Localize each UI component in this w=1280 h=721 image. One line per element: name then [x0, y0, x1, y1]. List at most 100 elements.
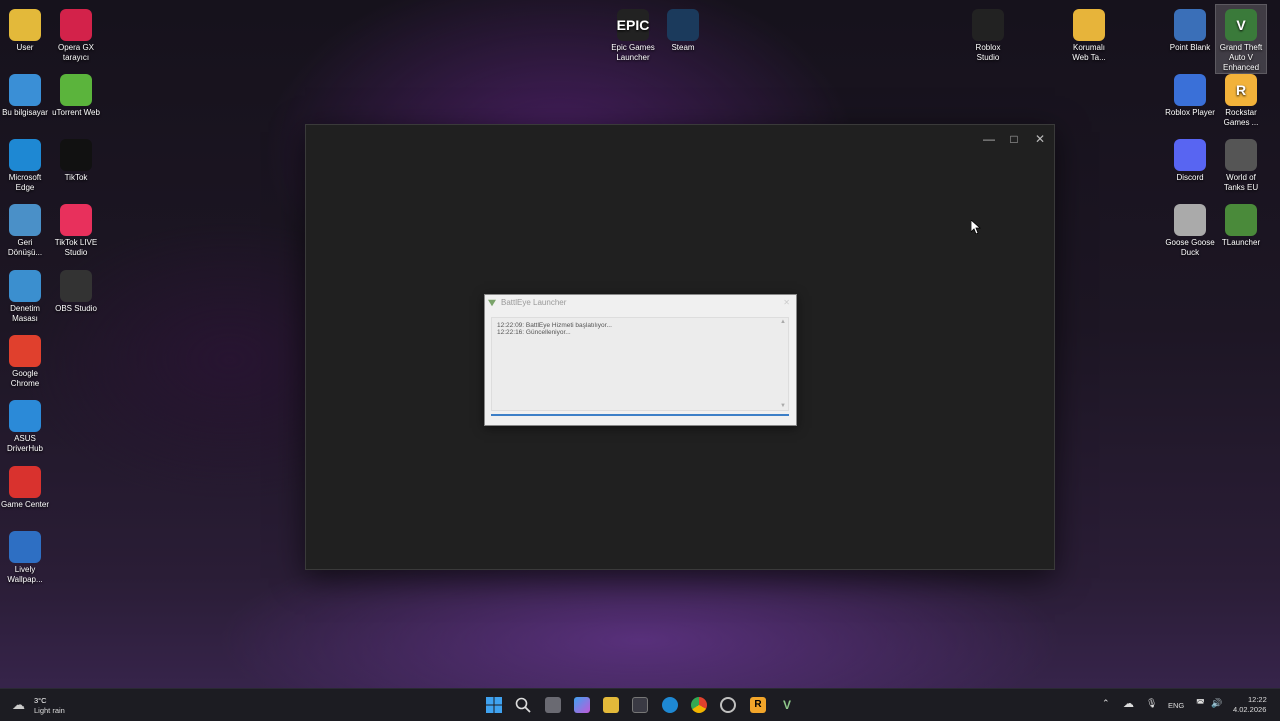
cloud-rain-icon: ☁: [12, 697, 25, 712]
volume-icon[interactable]: 🔊: [1211, 698, 1222, 709]
progress-bar: [491, 414, 789, 416]
log-line: 12:22:09: BattlEye Hizmeti başlatılıyor.…: [497, 322, 612, 329]
app-icon: [9, 400, 41, 432]
desktop-icon-label: Google Chrome: [10, 369, 40, 388]
close-icon[interactable]: ✕: [783, 295, 790, 311]
app-icon: [60, 74, 92, 106]
mouse-cursor-icon: [971, 220, 981, 234]
desktop-icon[interactable]: Point Blank: [1165, 5, 1215, 53]
start-button[interactable]: [486, 697, 502, 713]
wifi-icon[interactable]: ◚: [1196, 698, 1205, 709]
weather-temp: 3°C: [34, 696, 47, 705]
weather-widget[interactable]: ☁ 3°C Light rain: [10, 693, 80, 717]
language-indicator[interactable]: ENG: [1168, 701, 1184, 710]
desktop-icon-label: Epic Games Launcher: [611, 43, 655, 62]
search-icon[interactable]: [515, 697, 531, 713]
tray-overflow-icon[interactable]: ⌃: [1102, 698, 1110, 709]
desktop-icon-label: Roblox Studio: [975, 43, 1001, 62]
microphone-icon[interactable]: 🎙: [1146, 698, 1157, 709]
onedrive-icon[interactable]: ☁: [1123, 697, 1134, 710]
gta-v-icon[interactable]: V: [779, 697, 795, 713]
rockstar-launcher-icon[interactable]: R: [750, 697, 766, 713]
desktop-icon-label: Korumalı Web Ta...: [1072, 43, 1106, 62]
app-icon: [667, 9, 699, 41]
edge-icon[interactable]: [662, 697, 678, 713]
desktop-icon[interactable]: EPIC Epic Games Launcher: [608, 5, 658, 63]
maximize-icon[interactable]: □: [1001, 131, 1027, 147]
desktop-icon[interactable]: TLauncher: [1216, 200, 1266, 248]
desktop-icon[interactable]: Lively Wallpap...: [0, 527, 50, 585]
desktop-icon-label: Discord: [1176, 173, 1204, 182]
app-icon: [9, 270, 41, 302]
desktop-icon[interactable]: Goose Goose Duck: [1165, 200, 1215, 258]
desktop-icon[interactable]: Roblox Studio: [963, 5, 1013, 63]
app-icon: [1174, 9, 1206, 41]
app-icon: [9, 204, 41, 236]
desktop-icon[interactable]: Roblox Player: [1165, 70, 1215, 118]
desktop-icon[interactable]: Geri Dönüşü...: [0, 200, 50, 258]
desktop-icon[interactable]: Korumalı Web Ta...: [1064, 5, 1114, 63]
desktop-icon[interactable]: Google Chrome: [0, 331, 50, 389]
store-icon[interactable]: [632, 697, 648, 713]
file-explorer-icon[interactable]: [603, 697, 619, 713]
scroll-up-icon[interactable]: ▲: [780, 319, 786, 325]
battleye-logo-icon: [488, 299, 496, 307]
desktop-icon[interactable]: TikTok LIVE Studio: [51, 200, 101, 258]
desktop-icon-label: Point Blank: [1169, 43, 1211, 52]
desktop-icon-label: Lively Wallpap...: [7, 565, 43, 584]
desktop-icon[interactable]: TikTok: [51, 135, 101, 183]
desktop-icon[interactable]: OBS Studio: [51, 266, 101, 314]
chrome-icon[interactable]: [691, 697, 707, 713]
desktop-icon[interactable]: Game Center: [0, 462, 50, 510]
clock-date[interactable]: 4.02.2026: [1233, 705, 1266, 714]
battleye-title-bar: BattlEye Launcher ✕: [485, 295, 796, 311]
app-icon: [9, 139, 41, 171]
app-icon: [1174, 139, 1206, 171]
opera-icon[interactable]: [720, 697, 736, 713]
desktop-icon[interactable]: World of Tanks EU: [1216, 135, 1266, 193]
desktop-icon[interactable]: Opera GX tarayıcı: [51, 5, 101, 63]
desktop-icon[interactable]: V Grand Theft Auto V Enhanced: [1215, 4, 1267, 74]
desktop-icon[interactable]: Discord: [1165, 135, 1215, 183]
desktop-icon[interactable]: ASUS DriverHub: [0, 396, 50, 454]
clock-time[interactable]: 12:22: [1248, 695, 1267, 704]
desktop-icon-label: OBS Studio: [55, 304, 97, 313]
desktop-icon-label: Microsoft Edge: [8, 173, 42, 192]
desktop-icon-label: Rockstar Games ...: [1223, 108, 1259, 127]
app-icon: [1174, 204, 1206, 236]
desktop-icon-label: uTorrent Web: [52, 108, 100, 117]
desktop-icon-label: Bu bilgisayar: [2, 108, 48, 117]
app-icon: [9, 74, 41, 106]
app-icon: [9, 531, 41, 563]
desktop-icon-label: Roblox Player: [1165, 108, 1215, 117]
desktop-icon[interactable]: User: [0, 5, 50, 53]
desktop-icon-label: Opera GX tarayıcı: [57, 43, 94, 62]
desktop-icon[interactable]: R Rockstar Games ...: [1216, 70, 1266, 128]
desktop-icon[interactable]: Microsoft Edge: [0, 135, 50, 193]
scroll-down-icon[interactable]: ▼: [780, 403, 786, 409]
app-icon: [60, 270, 92, 302]
app-icon: [9, 466, 41, 498]
desktop-icon-label: Grand Theft Auto V Enhanced: [1219, 43, 1263, 72]
desktop-icon[interactable]: uTorrent Web: [51, 70, 101, 118]
desktop-icon-label: User: [16, 43, 34, 52]
desktop-icon[interactable]: Denetim Masası: [0, 266, 50, 324]
taskbar: ☁ 3°C Light rain R V ⌃ ☁ 🎙 ENG ◚ 🔊 12:22…: [0, 688, 1280, 721]
battleye-log[interactable]: 12:22:09: BattlEye Hizmeti başlatılıyor.…: [491, 317, 789, 411]
task-view-icon[interactable]: [545, 697, 561, 713]
app-icon: [1174, 74, 1206, 106]
close-icon[interactable]: ✕: [1027, 131, 1053, 147]
app-icon: V: [1225, 9, 1257, 41]
desktop-icon-label: TLauncher: [1221, 238, 1261, 247]
desktop-icon[interactable]: Steam: [658, 5, 708, 53]
battleye-title: BattlEye Launcher: [501, 298, 567, 307]
app-icon: [60, 9, 92, 41]
app-icon: [60, 139, 92, 171]
weather-desc: Light rain: [34, 706, 65, 715]
copilot-icon[interactable]: [574, 697, 590, 713]
app-icon: EPIC: [617, 9, 649, 41]
minimize-icon[interactable]: —: [976, 131, 1002, 147]
desktop-icon-label: World of Tanks EU: [1223, 173, 1259, 192]
desktop-icon[interactable]: Bu bilgisayar: [0, 70, 50, 118]
app-icon: [60, 204, 92, 236]
